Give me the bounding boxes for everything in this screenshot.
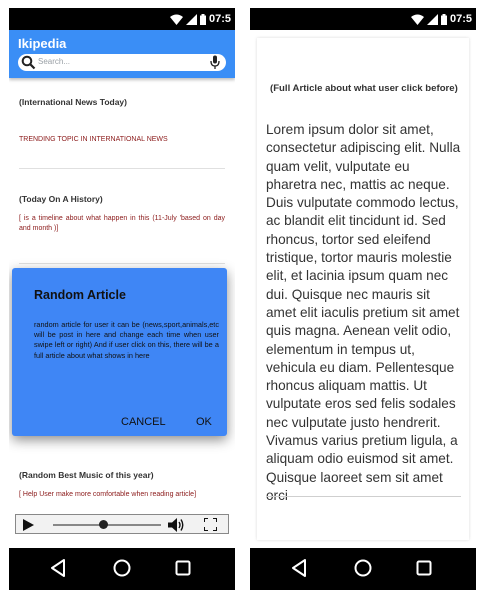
back-icon[interactable] [291, 559, 307, 577]
cancel-button[interactable]: CANCEL [121, 416, 166, 428]
home-icon[interactable] [354, 559, 372, 577]
section-body-history[interactable]: [ is a timeline about what happen in thi… [19, 214, 225, 234]
recent-apps-icon[interactable] [416, 560, 432, 576]
section-body-international-news[interactable]: TRENDING TOPIC IN INTERNATIONAL NEWS [19, 135, 225, 145]
search-bar[interactable]: Search... [18, 54, 226, 71]
divider [19, 263, 225, 264]
home-screen: 07:5 Ikipedia Search... (International N… [9, 8, 235, 590]
random-article-dialog[interactable]: Random Article random article for user i… [12, 268, 227, 436]
wifi-icon [410, 14, 424, 25]
volume-icon[interactable] [168, 518, 185, 532]
audio-player [15, 514, 229, 534]
fullscreen-icon[interactable] [204, 518, 217, 531]
status-bar: 07:5 [9, 8, 235, 30]
section-title-history: (Today On A History) [19, 194, 103, 204]
signal-icon [426, 13, 438, 25]
home-icon[interactable] [113, 559, 131, 577]
ok-button[interactable]: OK [196, 416, 212, 428]
battery-icon [199, 13, 206, 25]
status-time: 07:5 [208, 13, 231, 25]
article-screen: 07:5 (Full Article about what user click… [250, 8, 476, 590]
back-icon[interactable] [50, 559, 66, 577]
divider [19, 168, 225, 169]
status-time: 07:5 [449, 13, 472, 25]
seek-thumb[interactable] [99, 520, 109, 529]
status-bar: 07:5 [250, 8, 476, 30]
search-icon[interactable] [21, 55, 36, 70]
app-bar: Ikipedia Search... [9, 30, 235, 78]
navigation-bar [250, 548, 476, 590]
recent-apps-icon[interactable] [175, 560, 191, 576]
mic-icon[interactable] [210, 55, 220, 70]
wifi-icon [169, 14, 183, 25]
dialog-title: Random Article [34, 288, 126, 302]
section-title-music: (Random Best Music of this year) [19, 470, 154, 480]
app-title: Ikipedia [18, 36, 67, 51]
battery-icon [440, 13, 447, 25]
article-card[interactable]: (Full Article about what user click befo… [257, 38, 469, 540]
divider [266, 496, 461, 497]
section-title-international-news: (International News Today) [19, 97, 127, 107]
article-body: Lorem ipsum dolor sit amet, consectetur … [266, 122, 461, 503]
dialog-body: random article for user it can be (news,… [34, 320, 219, 360]
signal-icon [185, 13, 197, 25]
search-input[interactable]: Search... [38, 57, 70, 66]
navigation-bar [9, 548, 235, 590]
play-icon[interactable] [23, 519, 34, 531]
section-body-music[interactable]: [ Help User make more comfortable when r… [19, 490, 225, 500]
article-title: (Full Article about what user click befo… [270, 83, 458, 94]
